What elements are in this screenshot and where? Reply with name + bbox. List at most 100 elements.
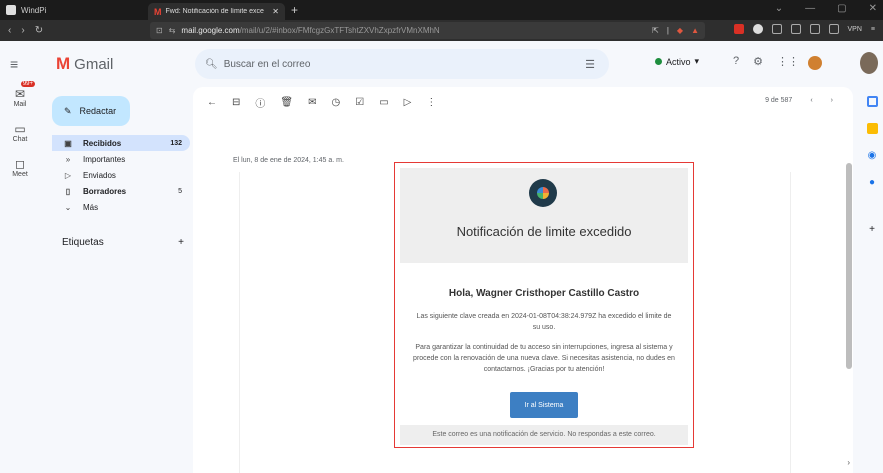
add-label-icon[interactable]: + (178, 237, 184, 248)
wallet-icon[interactable] (828, 24, 839, 34)
compose-button[interactable]: ✎ Redactar (52, 96, 130, 126)
add-task-icon[interactable]: ☑ (355, 97, 364, 108)
brand-logo-icon (529, 179, 557, 207)
forward-icon[interactable]: › (21, 25, 24, 36)
email-footer: Este correo es una notificación de servi… (400, 425, 688, 445)
new-tab-icon[interactable]: + (291, 3, 298, 17)
sidebar-item-label: Borradores (83, 186, 127, 196)
go-to-system-button[interactable]: Ir al Sistema (510, 392, 578, 418)
settings-gear-icon[interactable]: ⚙ (753, 55, 763, 68)
scroll-down-icon[interactable]: › (847, 458, 850, 467)
tasks-icon[interactable]: ◉ (868, 150, 877, 161)
url-path: /mail/u/2/#inbox/FMfcgzGxTFTshtZXVhZxpzf… (239, 26, 440, 35)
extension-puzzle-icon[interactable] (790, 24, 801, 34)
extension-chrome-icon[interactable] (752, 24, 763, 34)
keep-icon[interactable] (866, 123, 878, 134)
delete-icon[interactable]: 🗑︎ (280, 97, 293, 108)
next-icon[interactable]: › (831, 97, 833, 104)
vpn-badge[interactable]: VPN (848, 26, 862, 33)
sidebar-item-more[interactable]: ⌄ Más (52, 199, 190, 215)
snooze-icon[interactable]: ◷ (331, 97, 340, 108)
email-header-band: Notificación de limite excedido (400, 168, 688, 263)
chevron-down-icon: ⌄ (64, 202, 72, 212)
close-window-icon[interactable]: ✕ (869, 3, 877, 14)
rail-item-mail[interactable]: ✉ 99+ Mail (0, 81, 40, 108)
search-bar[interactable]: 🔍︎ Buscar en el correo ☰ (195, 49, 609, 79)
shield-icon[interactable]: ◆ (677, 26, 683, 35)
tab-close-icon[interactable]: ✕ (272, 7, 279, 16)
share-icon[interactable]: ⇱ (652, 26, 659, 35)
divider: | (666, 26, 669, 35)
minimize-icon[interactable]: — (805, 3, 815, 14)
compose-label: Redactar (79, 106, 117, 116)
sidebar-item-inbox[interactable]: ▣ Recibidos 132 (52, 135, 190, 151)
sidebar-toggle-icon[interactable] (809, 24, 820, 34)
search-icon[interactable]: 🔍︎ (205, 59, 218, 70)
bookmark-icon[interactable]: ⊡ (156, 26, 163, 35)
draft-count: 5 (178, 187, 182, 195)
sidebar-item-label: Recibidos (83, 138, 122, 148)
pager-count: 9 de 587 (765, 97, 793, 104)
important-icon: » (65, 154, 71, 164)
add-addon-icon[interactable]: + (869, 224, 875, 235)
sidebar-item-drafts[interactable]: ▯ Borradores 5 (52, 183, 190, 199)
message-datetime: El lun, 8 de ene de 2024, 1:45 a. m. (233, 157, 344, 164)
window-titlebar: WindPi M Fwd: Notificación de límite exc… (0, 0, 883, 20)
rewards-icon[interactable]: ▲ (691, 26, 699, 35)
tab-list-icon[interactable]: ⌄ (775, 3, 783, 14)
labels-section: Etiquetas + (52, 237, 190, 248)
email-title: Notificación de limite excedido (456, 224, 632, 239)
rail-label: Meet (12, 171, 28, 178)
contacts-icon[interactable]: ● (869, 177, 875, 188)
unread-count: 132 (170, 139, 182, 147)
email-paragraph: Para garantizar la continuidad de tu acc… (413, 344, 675, 373)
unread-badge: 99+ (20, 81, 36, 87)
maximize-icon[interactable]: ▢ (837, 3, 846, 14)
apps-grid-icon[interactable]: ⋮⋮ (777, 55, 799, 68)
extensions: VPN ≡ (733, 24, 875, 34)
site-info-icon[interactable]: ⇆ (169, 26, 176, 35)
avatar[interactable] (860, 52, 878, 74)
app-rail: ✉ 99+ Mail ▭ Chat ◻ Meet (0, 81, 40, 192)
extension-gmail-icon[interactable] (733, 24, 744, 34)
sidebar-item-label: Importantes (83, 154, 126, 164)
rail-item-meet[interactable]: ◻ Meet (0, 157, 40, 178)
organization-logo[interactable] (808, 52, 854, 74)
status-selector[interactable]: Activo ▾ (655, 56, 699, 67)
app-icon (6, 5, 16, 15)
browser-tab[interactable]: M Fwd: Notificación de límite exce ✕ (148, 3, 285, 20)
sidebar-item-sent[interactable]: ▷ Enviados (52, 167, 190, 183)
move-to-icon[interactable]: ▭ (379, 97, 388, 108)
mark-unread-icon[interactable]: ✉ (308, 97, 316, 108)
prev-icon[interactable]: ‹ (810, 97, 812, 104)
more-options-icon[interactable]: ⋮ (426, 97, 436, 108)
scrollbar[interactable] (846, 163, 852, 369)
search-options-icon[interactable]: ☰ (585, 58, 595, 71)
app-name-label: WindPi (21, 5, 47, 15)
menu-icon[interactable]: ≡ (871, 26, 875, 33)
search-input[interactable]: Buscar en el correo (224, 59, 311, 70)
address-bar-row: ‹ › ↻ ⊡ ⇆ mail.google.com/mail/u/2/#inbo… (0, 20, 883, 41)
help-icon[interactable]: ? (733, 55, 739, 68)
sidebar-item-important[interactable]: » Importantes (52, 151, 190, 167)
report-spam-icon[interactable]: ⓘ (255, 95, 265, 110)
gmail-logo[interactable]: M Gmail (56, 54, 113, 74)
archive-icon[interactable]: ⊟ (232, 97, 240, 108)
extension-box-icon[interactable] (771, 24, 782, 34)
rail-item-chat[interactable]: ▭ Chat (0, 122, 40, 143)
chevron-down-icon: ▾ (694, 56, 700, 66)
email-greeting: Hola, Wagner Cristhoper Castillo Castro (448, 288, 640, 299)
main-menu-icon[interactable]: ≡ (10, 56, 18, 72)
reload-icon[interactable]: ↻ (35, 25, 43, 36)
label-icon[interactable]: ▷ (404, 97, 412, 108)
sidebar-item-label: Enviados (83, 170, 116, 180)
back-icon[interactable]: ‹ (8, 25, 11, 36)
back-arrow-icon[interactable]: ← (207, 97, 217, 108)
status-label: Activo (666, 56, 691, 67)
mail-icon: ✉ 99+ (14, 81, 36, 101)
meet-icon: ◻ (15, 157, 25, 171)
url-field[interactable]: ⊡ ⇆ mail.google.com/mail/u/2/#inbox/FMfc… (150, 22, 705, 39)
pager: 9 de 587 ‹ › (765, 97, 833, 104)
calendar-icon[interactable] (866, 96, 878, 107)
divider (790, 172, 791, 473)
